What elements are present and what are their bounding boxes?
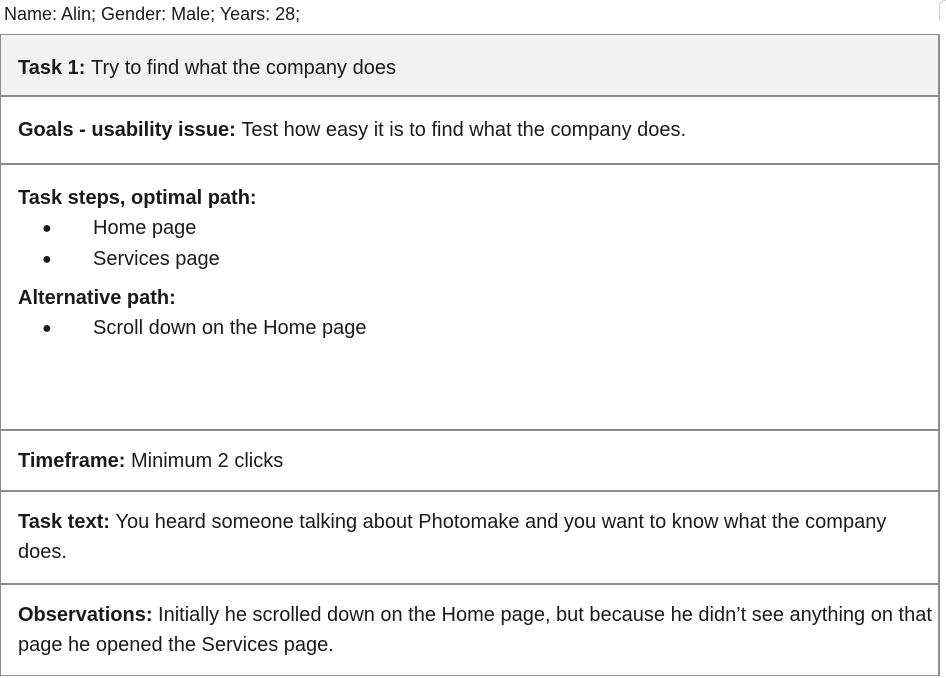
- alternative-path-list: ● Scroll down on the Home page: [18, 313, 938, 344]
- observations-label: Observations:: [18, 604, 159, 626]
- timeframe-label: Timeframe:: [18, 450, 132, 472]
- participant-info: Name: Alin; Gender: Male; Years: 28;: [4, 4, 301, 24]
- task-text-value: You heard someone talking about Photomak…: [18, 511, 887, 563]
- list-item-text: Services page: [93, 248, 220, 270]
- task-text-label: Task text:: [18, 511, 116, 533]
- bullet-icon: ●: [42, 320, 52, 337]
- observations-row: Observations: Initially he scrolled down…: [1, 585, 938, 675]
- usability-task-table: Task 1: Try to find what the company doe…: [0, 34, 940, 676]
- alternative-path-label: Alternative path:: [18, 287, 176, 309]
- list-item-text: Home page: [93, 217, 197, 239]
- task-text-row: Task text: You heard someone talking abo…: [1, 492, 938, 585]
- list-item: ● Home page: [18, 213, 938, 244]
- task-value: Try to find what the company does: [91, 57, 396, 79]
- task-steps-row: Task steps, optimal path: ● Home page ● …: [1, 165, 938, 431]
- optimal-path-label: Task steps, optimal path:: [18, 187, 257, 209]
- bullet-icon: ●: [42, 251, 52, 268]
- optimal-path-list: ● Home page ● Services page: [18, 213, 938, 275]
- page-corner-decoration: [939, 0, 946, 21]
- list-item-text: Scroll down on the Home page: [93, 317, 367, 339]
- goals-row: Goals - usability issue: Test how easy i…: [1, 97, 938, 165]
- timeframe-row: Timeframe: Minimum 2 clicks: [1, 431, 938, 492]
- list-item: ● Scroll down on the Home page: [18, 313, 938, 344]
- list-item: ● Services page: [18, 244, 938, 275]
- bullet-icon: ●: [42, 220, 52, 237]
- timeframe-value: Minimum 2 clicks: [131, 450, 284, 472]
- task-label: Task 1:: [18, 57, 91, 79]
- task-row: Task 1: Try to find what the company doe…: [1, 35, 938, 97]
- goals-value: Test how easy it is to find what the com…: [241, 119, 687, 141]
- goals-label: Goals - usability issue:: [18, 119, 242, 141]
